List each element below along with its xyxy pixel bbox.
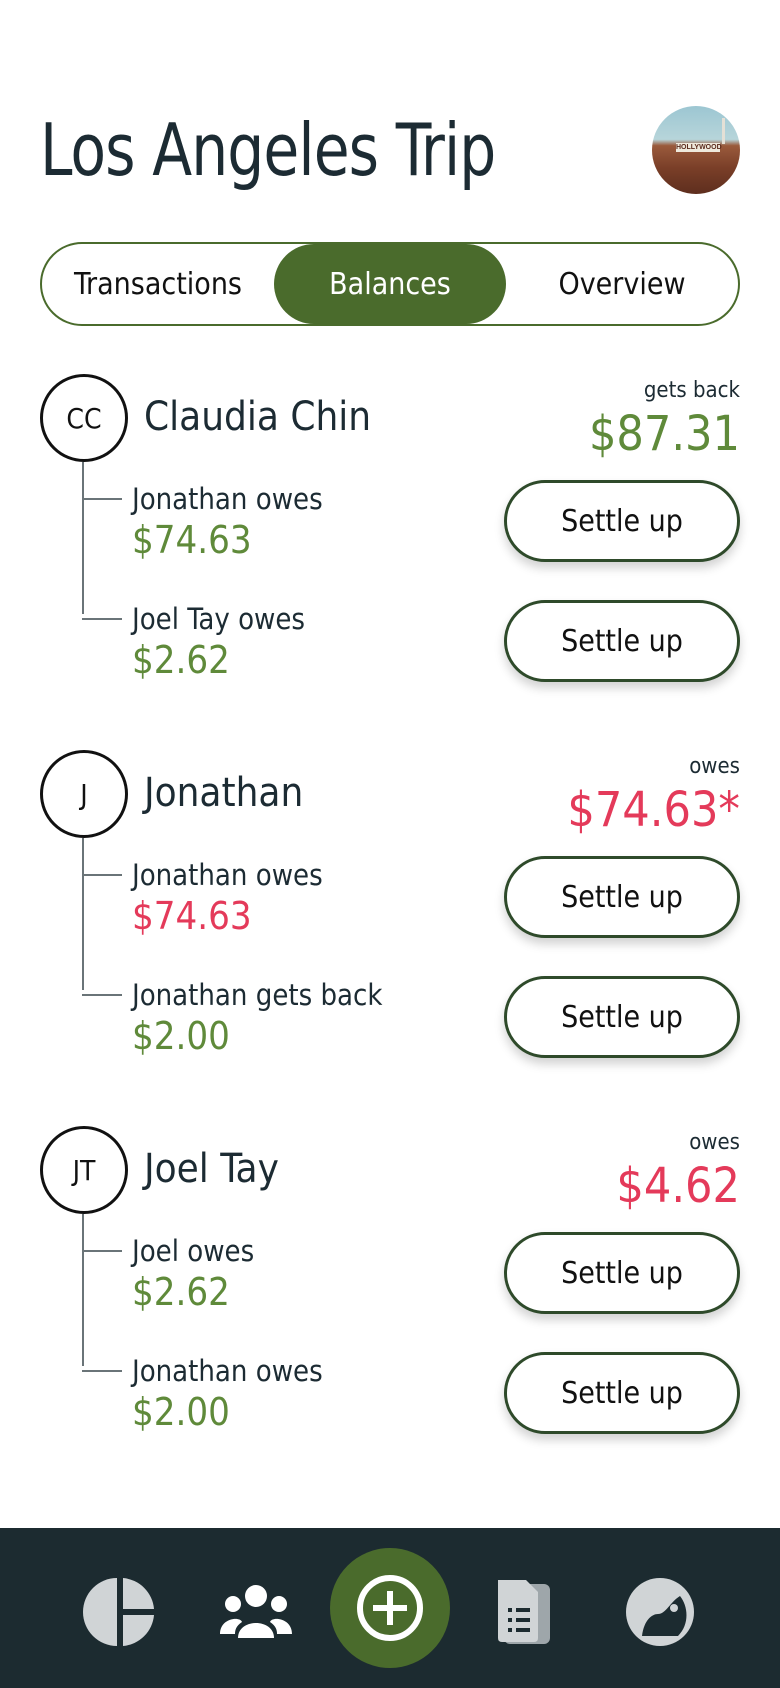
tab-transactions[interactable]: Transactions xyxy=(42,244,274,324)
tab-overview[interactable]: Overview xyxy=(506,244,738,324)
settle-up-button[interactable]: Settle up xyxy=(504,856,740,938)
tree-branch xyxy=(82,1250,122,1252)
settle-up-button[interactable]: Settle up xyxy=(504,976,740,1058)
settle-up-button[interactable]: Settle up xyxy=(504,480,740,562)
debt-row-amount: $2.62 xyxy=(132,638,230,682)
debt-row-label: Jonathan owes xyxy=(132,1354,323,1388)
debt-row-label: Jonathan owes xyxy=(132,482,323,516)
tree-connector xyxy=(82,1214,84,1366)
tree-branch xyxy=(82,874,122,876)
debt-row-amount: $2.62 xyxy=(132,1270,230,1314)
person-block-jonathan: J Jonathan owes $74.63* Jonathan owes $7… xyxy=(0,750,780,1100)
balance-status-label: owes xyxy=(689,754,740,779)
person-name: Jonathan xyxy=(144,770,304,816)
avatar-initials: CC xyxy=(40,374,128,462)
view-tabs: Transactions Balances Overview xyxy=(40,242,740,326)
group-icon[interactable] xyxy=(218,1574,294,1650)
settle-up-button[interactable]: Settle up xyxy=(504,600,740,682)
add-transaction-button[interactable] xyxy=(330,1548,450,1668)
page-title: Los Angeles Trip xyxy=(40,108,496,192)
add-circle-icon xyxy=(357,1575,423,1641)
tree-branch xyxy=(82,498,122,500)
debt-row-amount: $2.00 xyxy=(132,1014,230,1058)
trip-photo-avatar[interactable]: HOLLYWOOD xyxy=(652,106,740,194)
tree-branch xyxy=(82,994,122,996)
documents-icon[interactable] xyxy=(490,1574,566,1650)
balance-status-amount: $4.62 xyxy=(616,1158,740,1214)
hollywood-sign-text: HOLLYWOOD xyxy=(676,143,722,152)
tree-connector xyxy=(82,838,84,990)
settle-up-button[interactable]: Settle up xyxy=(504,1232,740,1314)
person-block-claudia: CC Claudia Chin gets back $87.31 Jonatha… xyxy=(0,374,780,724)
debt-row-amount: $2.00 xyxy=(132,1390,230,1434)
tree-connector xyxy=(82,462,84,614)
balance-status-amount: $87.31 xyxy=(588,406,740,462)
debt-row-amount: $74.63 xyxy=(132,894,252,938)
debt-row-amount: $74.63 xyxy=(132,518,252,562)
person-block-joel: JT Joel Tay owes $4.62 Joel owes $2.62 S… xyxy=(0,1126,780,1476)
person-name: Joel Tay xyxy=(144,1146,279,1192)
tower-shape xyxy=(722,118,725,144)
pie-chart-icon[interactable] xyxy=(82,1574,158,1650)
balance-status-amount: $74.63* xyxy=(567,782,740,838)
tree-branch xyxy=(82,1370,122,1372)
debt-row-label: Joel Tay owes xyxy=(132,602,306,636)
balance-status-label: owes xyxy=(689,1130,740,1155)
debt-row-label: Jonathan owes xyxy=(132,858,323,892)
avatar-initials: JT xyxy=(40,1126,128,1214)
debt-row-label: Jonathan gets back xyxy=(132,978,383,1012)
avatar-initials: J xyxy=(40,750,128,838)
debt-row-label: Joel owes xyxy=(132,1234,255,1268)
profile-icon[interactable] xyxy=(622,1574,698,1650)
bottom-nav xyxy=(0,1528,780,1688)
settle-up-button[interactable]: Settle up xyxy=(504,1352,740,1434)
balances-screen: Los Angeles Trip HOLLYWOOD Transactions … xyxy=(0,0,780,1688)
tab-balances[interactable]: Balances xyxy=(274,244,506,324)
person-name: Claudia Chin xyxy=(144,394,372,440)
balance-status-label: gets back xyxy=(643,378,740,403)
tree-branch xyxy=(82,618,122,620)
